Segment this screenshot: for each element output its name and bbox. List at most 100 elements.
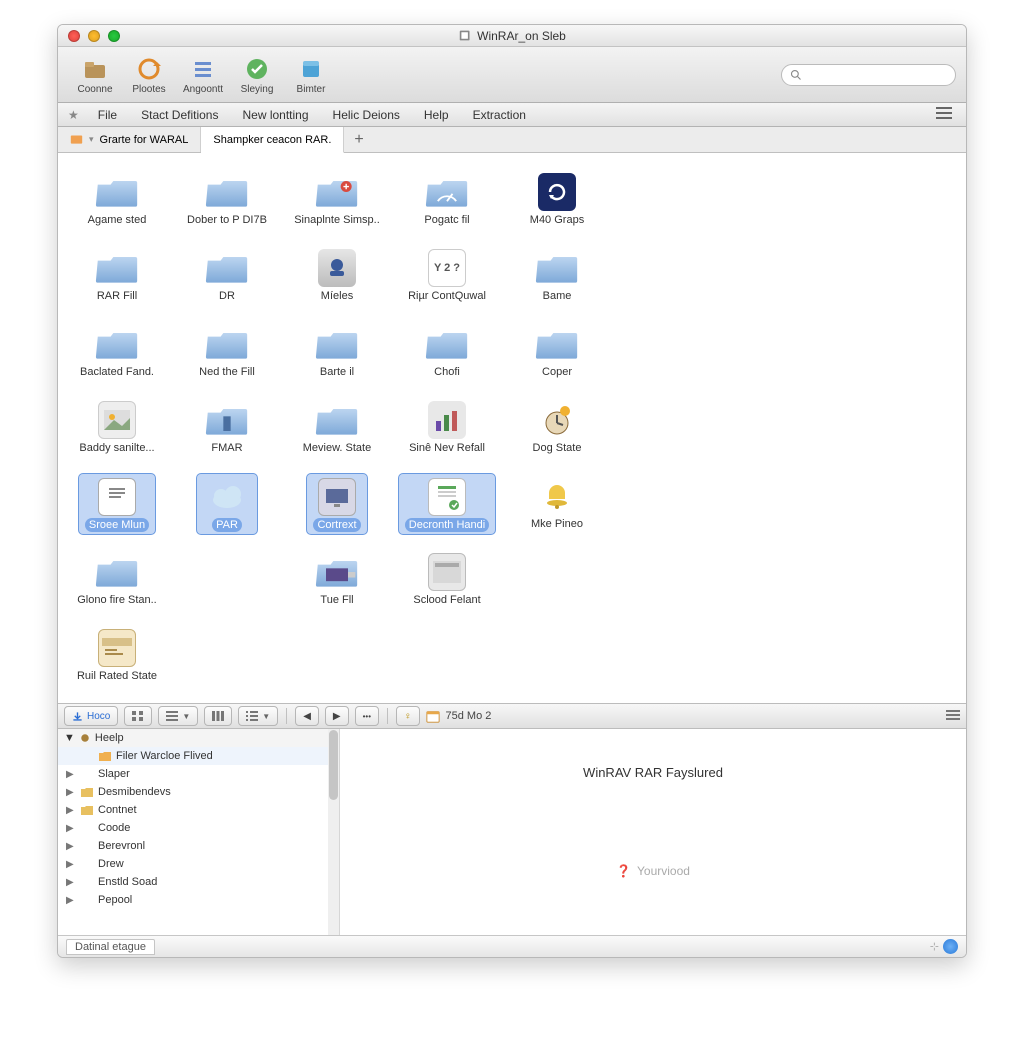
- close-window-button[interactable]: [68, 30, 80, 42]
- preview-panel: WinRAV RAR Fayslured ❓ Yourviood: [340, 729, 966, 935]
- file-icon: [423, 551, 471, 593]
- tree-item-icon: [80, 767, 94, 781]
- toolbar-btn-0[interactable]: Coonne: [68, 54, 122, 95]
- file-icon: [203, 247, 251, 289]
- lower-toolbar: Hoco ▼ ▼ ◀ ▶ ••• ♀ 75d Mo 2: [58, 703, 966, 729]
- folder-icon: [82, 56, 108, 82]
- file-item[interactable]: Mke Pineo: [502, 471, 612, 547]
- view-detail-button[interactable]: ▼: [238, 706, 278, 726]
- file-item[interactable]: Dog State: [502, 395, 612, 471]
- toolbar-btn-1[interactable]: Plootes: [122, 54, 176, 95]
- nav-back-button[interactable]: ◀: [295, 706, 319, 726]
- file-label: Sclood Felant: [409, 593, 484, 607]
- favorites-button[interactable]: ★: [64, 108, 83, 122]
- file-item[interactable]: Agame sted: [62, 167, 172, 243]
- zoom-window-button[interactable]: [108, 30, 120, 42]
- view-columns-button[interactable]: [204, 706, 232, 726]
- hamburger-button[interactable]: [928, 107, 960, 122]
- new-tab-button[interactable]: +: [344, 127, 373, 152]
- file-item[interactable]: Glono fire Stan..: [62, 547, 172, 623]
- tree-item[interactable]: ▶Slaper: [58, 765, 339, 783]
- menu-stact[interactable]: Stact Defitions: [132, 106, 227, 124]
- file-item[interactable]: Baclated Fand.: [62, 319, 172, 395]
- file-item[interactable]: Míeles: [282, 243, 392, 319]
- tree-item-label: Coode: [98, 822, 130, 834]
- tree-item[interactable]: Filer Warcloe Flived: [58, 747, 339, 765]
- disclosure-right-icon: ▶: [66, 859, 76, 870]
- file-item[interactable]: Sinê Nev Refall: [392, 395, 502, 471]
- tree-item-icon: [80, 821, 94, 835]
- tab-0[interactable]: ▾ Grarte for WARAL: [58, 127, 201, 152]
- view-icons-button[interactable]: [124, 706, 152, 726]
- tree-item[interactable]: ▶Berevronl: [58, 837, 339, 855]
- file-item[interactable]: Cortrext: [282, 471, 392, 547]
- menu-help[interactable]: Help: [415, 106, 458, 124]
- file-item[interactable]: Sinaplnte Simsp..: [282, 167, 392, 243]
- tab-1[interactable]: Shampker ceacon RAR.: [201, 127, 344, 153]
- tree-scrollbar[interactable]: [328, 729, 339, 935]
- preview-placeholder-text: Yourviood: [637, 864, 690, 878]
- tree-item[interactable]: ▶Desmibendevs: [58, 783, 339, 801]
- file-item[interactable]: Pogatc fil: [392, 167, 502, 243]
- file-item[interactable]: Baddy sanilte...: [62, 395, 172, 471]
- disclosure-down-icon: ▼: [64, 732, 75, 744]
- file-item[interactable]: RAR Fill: [62, 243, 172, 319]
- file-item[interactable]: Meview. State: [282, 395, 392, 471]
- tree-item[interactable]: ▶Enstld Soad: [58, 873, 339, 891]
- file-item[interactable]: Sclood Felant: [392, 547, 502, 623]
- refresh-icon: [136, 56, 162, 82]
- file-item[interactable]: Chofi: [392, 319, 502, 395]
- file-item[interactable]: Dober to P DI7B: [172, 167, 282, 243]
- info-button[interactable]: ♀: [396, 706, 420, 726]
- separator: [387, 708, 388, 724]
- file-icon: [313, 247, 361, 289]
- file-item[interactable]: FMAR: [172, 395, 282, 471]
- toolbar-btn-4[interactable]: Bimter: [284, 54, 338, 95]
- tree-item-label: Enstld Soad: [98, 876, 157, 888]
- scrollbar-thumb[interactable]: [329, 730, 338, 800]
- file-item[interactable]: Sroee Mlun: [62, 471, 172, 547]
- tree-header[interactable]: ▼ Heelp: [58, 729, 339, 747]
- tree-item-icon: [98, 749, 112, 763]
- file-item[interactable]: Bame: [502, 243, 612, 319]
- menu-extraction[interactable]: Extraction: [464, 106, 535, 124]
- menu-new[interactable]: New lontting: [233, 106, 317, 124]
- file-item[interactable]: Ruil Rated State: [62, 623, 172, 699]
- file-item[interactable]: Barte il: [282, 319, 392, 395]
- status-tab[interactable]: Datinal etague: [66, 939, 155, 955]
- nav-misc-button[interactable]: •••: [355, 706, 379, 726]
- menu-helic[interactable]: Helic Deions: [324, 106, 409, 124]
- tree-item[interactable]: ▶Drew: [58, 855, 339, 873]
- file-grid: Agame stedDober to P DI7BSinaplnte Simsp…: [58, 153, 966, 703]
- disclosure-right-icon: ▶: [66, 769, 76, 780]
- file-item[interactable]: Ned the Fill: [172, 319, 282, 395]
- menu-file[interactable]: File: [89, 106, 126, 124]
- file-item[interactable]: Coper: [502, 319, 612, 395]
- file-item[interactable]: M40 Graps: [502, 167, 612, 243]
- question-icon: ❓: [616, 864, 631, 878]
- toolbar-btn-3[interactable]: Sleying: [230, 54, 284, 95]
- file-icon: [313, 476, 361, 518]
- tree-item[interactable]: ▶Contnet: [58, 801, 339, 819]
- file-item[interactable]: Tue Fll: [282, 547, 392, 623]
- view-list-button[interactable]: ▼: [158, 706, 198, 726]
- minimize-window-button[interactable]: [88, 30, 100, 42]
- tree-item[interactable]: ▶Pepool: [58, 891, 339, 909]
- nav-fwd-button[interactable]: ▶: [325, 706, 349, 726]
- file-item[interactable]: PAR: [172, 471, 282, 547]
- search-field[interactable]: [781, 64, 956, 86]
- file-icon: [533, 399, 581, 441]
- search-input[interactable]: [802, 69, 947, 81]
- file-item[interactable]: Decronth Handi: [392, 471, 502, 547]
- tree-header-label: Heelp: [95, 732, 124, 744]
- file-label: Mke Pineo: [527, 517, 587, 531]
- file-item[interactable]: DR: [172, 243, 282, 319]
- tree-item[interactable]: ▶Coode: [58, 819, 339, 837]
- file-item[interactable]: Y 2 ?Riµr ContQuwal: [392, 243, 502, 319]
- menu-right-icon[interactable]: [946, 710, 960, 723]
- home-button[interactable]: Hoco: [64, 706, 118, 726]
- help-button[interactable]: [943, 939, 958, 954]
- toolbar-btn-2[interactable]: Angoontt: [176, 54, 230, 95]
- file-icon: [313, 399, 361, 441]
- tab-icon: [70, 133, 83, 146]
